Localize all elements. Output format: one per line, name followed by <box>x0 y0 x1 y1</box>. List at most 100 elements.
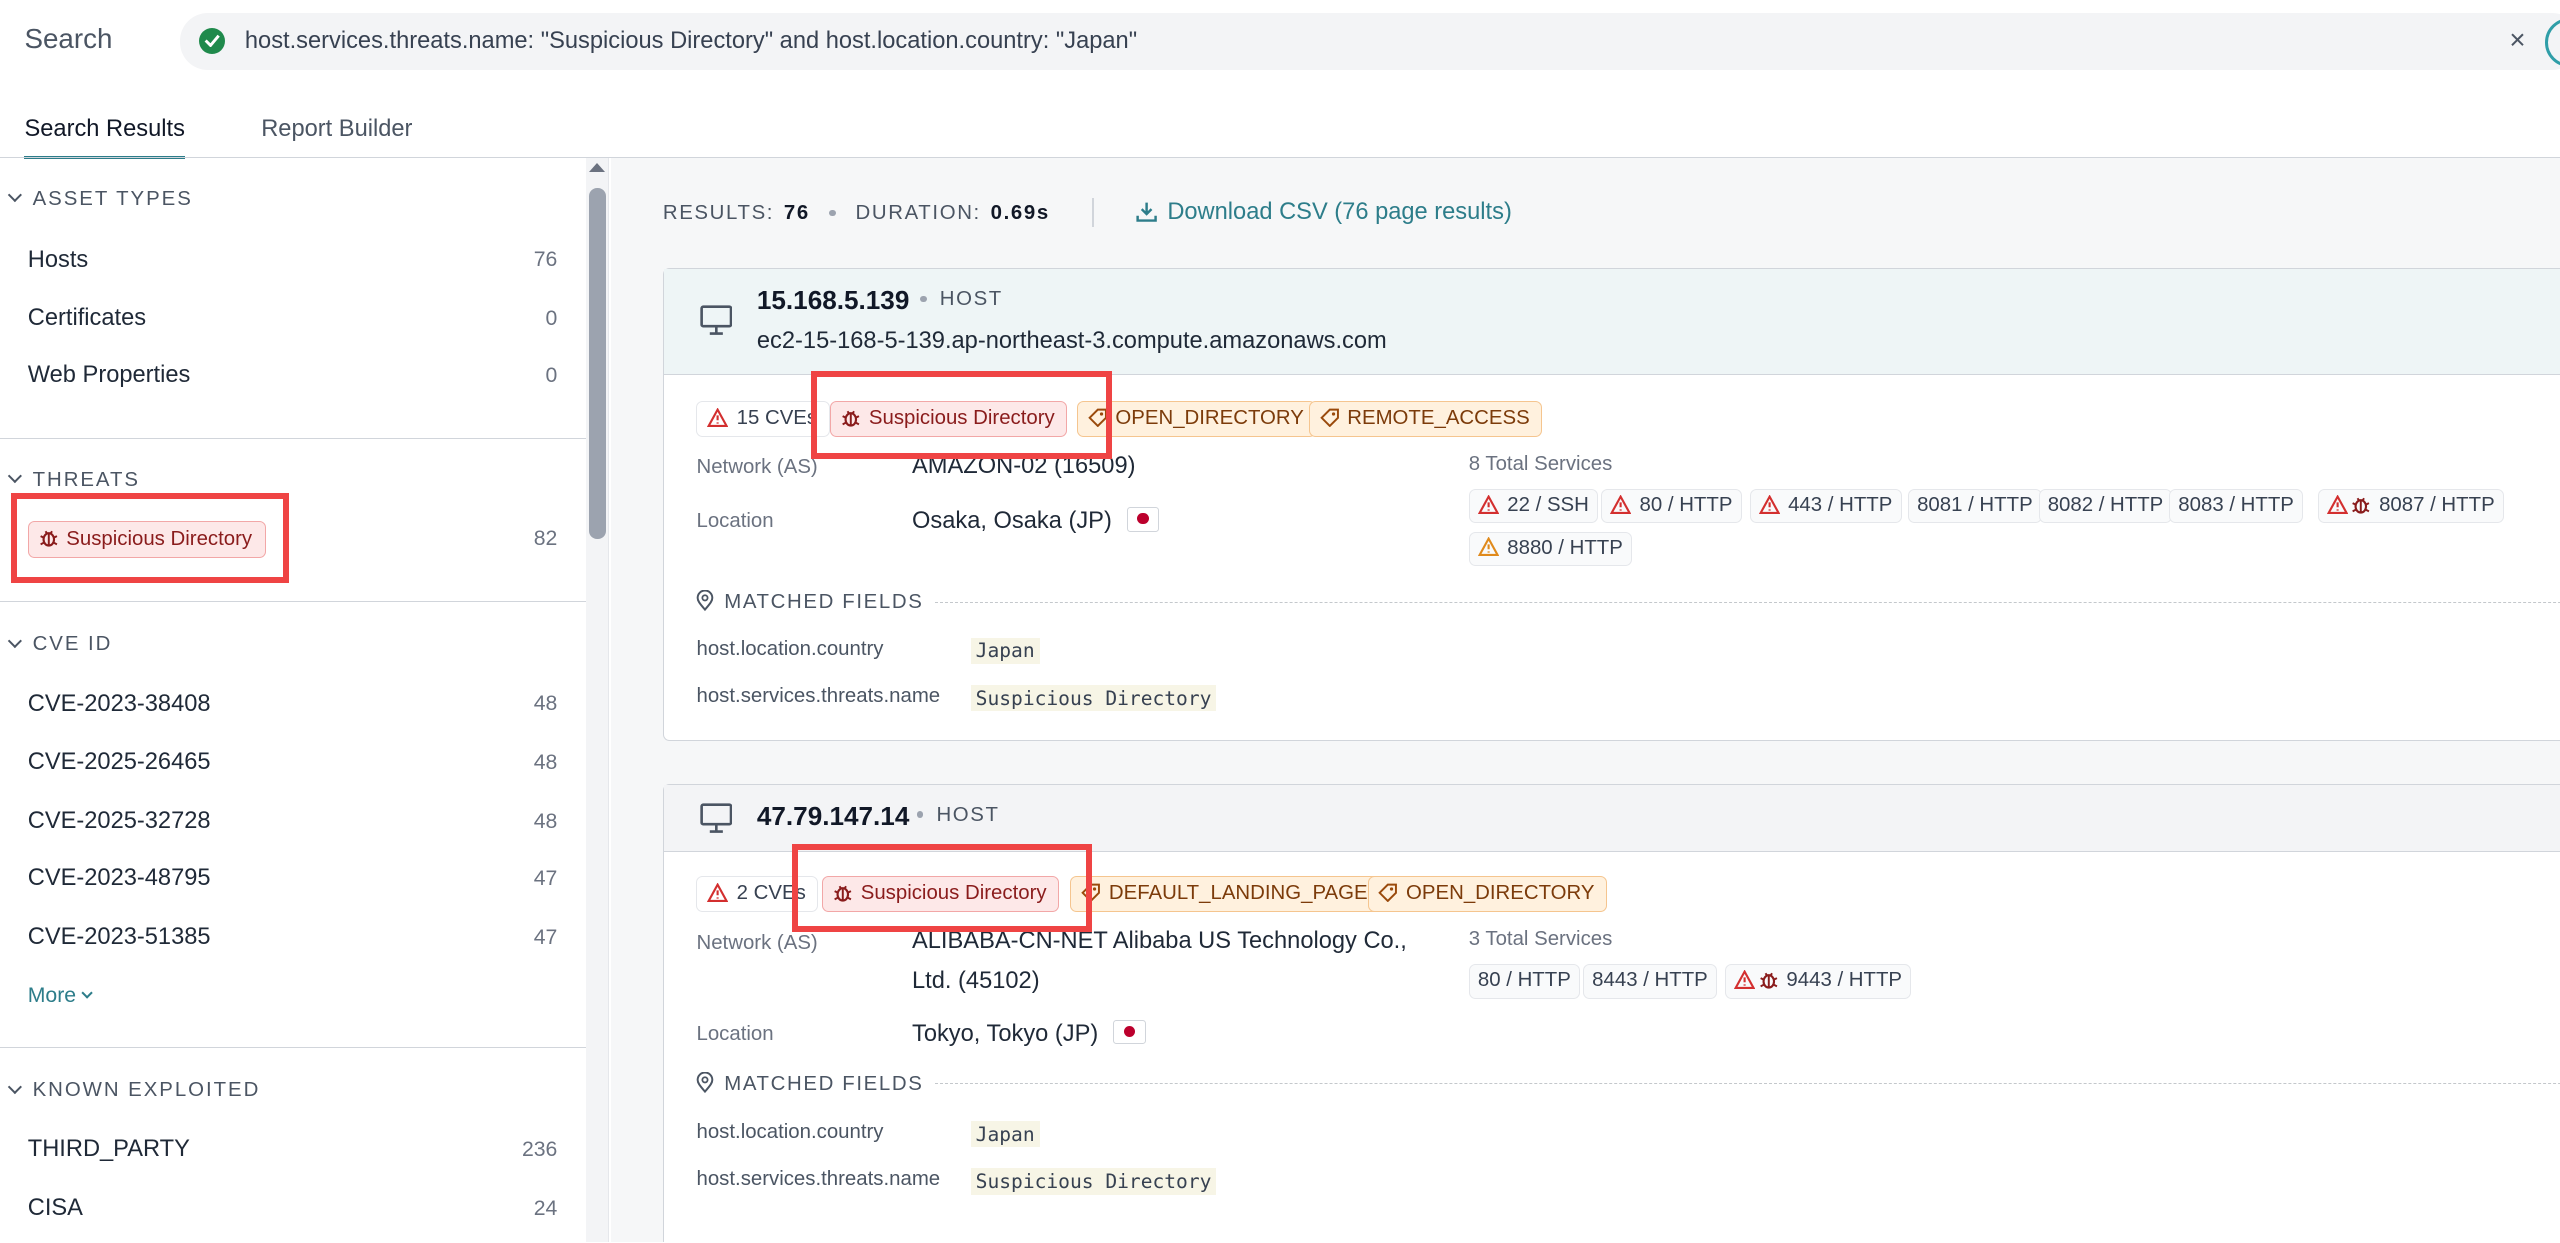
known-exploited-heading[interactable]: KNOWN EXPLOITED <box>7 1079 261 1102</box>
sidebar-scrollbar[interactable] <box>586 158 608 1243</box>
section-divider <box>0 600 587 603</box>
filter-count: 76 <box>533 248 558 272</box>
host-ip-link[interactable]: 15.168.5.139 <box>757 285 909 316</box>
bug-icon <box>1759 972 1778 989</box>
tag-chip[interactable]: DEFAULT_LANDING_PAGE <box>1070 876 1381 912</box>
filter-item-certificates[interactable]: Certificates <box>28 305 146 332</box>
filter-count: 47 <box>533 866 558 890</box>
tag-icon <box>1319 408 1339 427</box>
more-cve-link[interactable]: More <box>28 984 93 1008</box>
results-panel: RESULTS: 76 DURATION: 0.69s Download CSV (7… <box>610 158 2560 1243</box>
services-title: 8 Total Services <box>1468 453 1613 476</box>
filter-sidebar: ASSET TYPES Hosts 76 Certificates 0 Web … <box>0 158 609 1243</box>
warning-icon <box>707 882 729 902</box>
clear-search-icon[interactable]: × <box>2509 26 2525 54</box>
filter-item-web-properties[interactable]: Web Properties <box>28 362 191 389</box>
network-label: Network (AS) <box>696 931 818 954</box>
chevron-down-icon <box>80 987 93 1000</box>
filter-count: 48 <box>533 809 558 833</box>
filter-count: 82 <box>533 527 558 551</box>
bug-icon <box>2352 497 2370 514</box>
search-label: Search <box>24 22 113 54</box>
host-type-label: HOST <box>916 804 1000 827</box>
highlight-box <box>791 844 1093 933</box>
scrollbar-thumb[interactable] <box>589 187 606 539</box>
matched-field-value: Suspicious Directory <box>970 1168 1217 1195</box>
search-input[interactable]: host.services.threats.name: "Suspicious … <box>245 28 1137 55</box>
host-ip-link[interactable]: 47.79.147.14 <box>757 801 909 832</box>
service-chip[interactable]: 443 / HTTP <box>1749 489 1902 524</box>
filter-count: 48 <box>533 751 558 774</box>
japan-flag-icon <box>1112 1019 1146 1045</box>
download-csv-link[interactable]: Download CSV (76 page results) <box>1136 199 1512 226</box>
download-icon <box>1136 202 1158 223</box>
service-chip[interactable]: 8087 / HTTP <box>2317 489 2504 524</box>
matched-field-value: Japan <box>970 637 1040 664</box>
filter-item-third-party[interactable]: THIRD_PARTY <box>28 1136 190 1163</box>
host-result-card[interactable]: 15.168.5.139 HOST ec2-15-168-5-139.ap-no… <box>662 267 2560 742</box>
filter-item-cve[interactable]: CVE-2023-38408 <box>28 691 211 718</box>
filter-count: 236 <box>521 1137 558 1161</box>
section-divider <box>0 437 587 440</box>
chevron-down-icon <box>7 1079 22 1094</box>
location-value[interactable]: Osaka, Osaka (JP) <box>912 507 1160 535</box>
tag-chip[interactable]: OPEN_DIRECTORY <box>1367 876 1607 912</box>
filter-item-cve[interactable]: CVE-2025-32728 <box>28 808 211 835</box>
japan-flag-icon <box>1126 507 1160 532</box>
host-card-header: 47.79.147.14 HOST <box>663 784 2560 852</box>
filter-item-cve[interactable]: CVE-2025-26465 <box>28 749 211 776</box>
service-chip[interactable]: 22 / SSH <box>1468 489 1599 524</box>
warning-icon <box>707 407 729 427</box>
filter-item-cve[interactable]: CVE-2023-51385 <box>28 924 211 951</box>
filter-item-hosts[interactable]: Hosts <box>28 247 88 274</box>
location-label: Location <box>696 510 774 533</box>
cve-count-chip[interactable]: 15 CVEs <box>696 400 830 437</box>
scroll-up-icon[interactable] <box>589 163 606 173</box>
service-chip[interactable]: 8082 / HTTP <box>2038 489 2173 524</box>
network-value[interactable]: ALIBABA-CN-NET Alibaba US Technology Co.… <box>912 928 1407 955</box>
location-value[interactable]: Tokyo, Tokyo (JP) <box>912 1019 1146 1048</box>
filter-count: 24 <box>533 1196 558 1220</box>
matched-field-name: host.services.threats.name <box>696 685 941 708</box>
network-value-continued[interactable]: Ltd. (45102) <box>912 968 1040 995</box>
matched-field-name: host.services.threats.name <box>696 1168 941 1191</box>
results-meta: RESULTS: 76 DURATION: 0.69s <box>662 202 1050 225</box>
chevron-down-icon <box>7 468 22 483</box>
monitor-icon <box>700 304 733 335</box>
location-pin-icon <box>697 589 714 612</box>
service-chip[interactable]: 8880 / HTTP <box>1468 531 1633 566</box>
service-chip[interactable]: 9443 / HTTP <box>1725 964 1912 999</box>
warning-icon <box>1477 536 1500 557</box>
matched-field-value: Suspicious Directory <box>970 685 1217 712</box>
section-divider <box>0 1046 587 1049</box>
filter-count: 0 <box>545 364 558 388</box>
host-dns-name: ec2-15-168-5-139.ap-northeast-3.compute.… <box>756 327 1387 354</box>
warning-icon <box>1609 494 1632 514</box>
matched-fields-divider <box>934 601 2560 603</box>
service-chip[interactable]: 80 / HTTP <box>1468 964 1580 999</box>
tag-chip[interactable]: OPEN_DIRECTORY <box>1076 400 1317 437</box>
service-chip[interactable]: 80 / HTTP <box>1600 489 1742 524</box>
threats-heading[interactable]: THREATS <box>7 469 140 492</box>
tag-chip[interactable]: REMOTE_ACCESS <box>1308 400 1543 437</box>
service-chip[interactable]: 8081 / HTTP <box>1907 489 2042 524</box>
filter-item-cisa[interactable]: CISA <box>28 1195 83 1222</box>
network-label: Network (AS) <box>696 456 818 479</box>
service-chip[interactable]: 8083 / HTTP <box>2169 489 2304 524</box>
service-chip[interactable]: 8443 / HTTP <box>1583 964 1717 999</box>
tab-report-builder[interactable]: Report Builder <box>261 116 412 156</box>
search-submit-icon[interactable] <box>2545 17 2560 67</box>
search-box[interactable]: host.services.threats.name: "Suspicious … <box>179 13 2560 71</box>
warning-icon <box>2326 494 2349 514</box>
host-card-header: 15.168.5.139 HOST ec2-15-168-5-139.ap-no… <box>663 268 2560 375</box>
highlight-box <box>811 370 1112 459</box>
tab-search-results[interactable]: Search Results <box>24 116 185 159</box>
warning-icon <box>1758 494 1781 514</box>
matched-fields-heading: MATCHED FIELDS <box>696 589 923 614</box>
matched-fields-divider <box>934 1083 2560 1085</box>
asset-types-heading[interactable]: ASSET TYPES <box>7 188 193 211</box>
chevron-down-icon <box>7 188 22 202</box>
host-type-label: HOST <box>920 288 1003 311</box>
filter-item-cve[interactable]: CVE-2023-48795 <box>28 865 211 892</box>
cve-id-heading[interactable]: CVE ID <box>7 633 113 656</box>
